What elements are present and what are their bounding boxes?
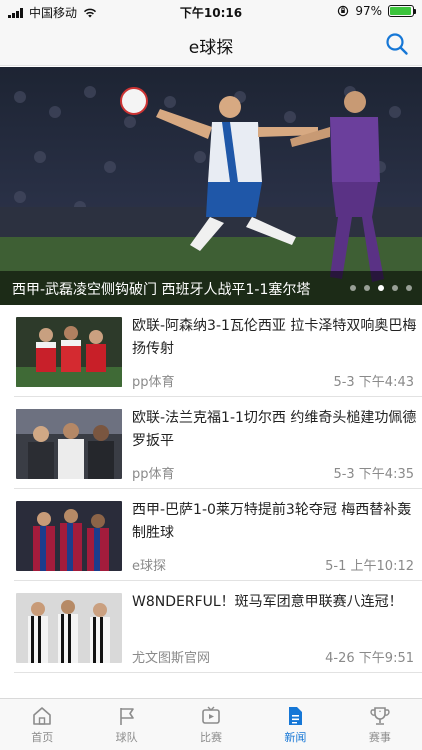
tab-events[interactable]: 赛事 — [338, 699, 422, 750]
news-thumbnail — [16, 593, 122, 663]
news-time: 5-3 下午4:35 — [333, 467, 414, 482]
tab-teams[interactable]: 球队 — [84, 699, 168, 750]
rotation-lock-icon — [338, 5, 349, 17]
battery-icon — [388, 5, 416, 17]
tab-label: 比赛 — [200, 731, 223, 744]
tab-label: 新闻 — [284, 731, 307, 744]
nav-bar: e球探 — [0, 22, 422, 66]
banner-image — [0, 67, 422, 305]
carousel-dot-active[interactable] — [378, 285, 384, 291]
news-thumbnail — [16, 317, 122, 387]
news-time: 5-1 上午10:12 — [325, 559, 414, 574]
search-icon[interactable] — [384, 31, 410, 57]
news-time: 5-3 下午4:43 — [333, 375, 414, 390]
news-item[interactable]: 欧联-法兰克福1-1切尔西 约维奇头槌建功佩德罗扳平 pp体育 5-3 下午4:… — [14, 397, 422, 489]
news-source: pp体育 — [132, 375, 175, 390]
news-title: 欧联-阿森纳3-1瓦伦西亚 拉卡泽特双响奥巴梅扬传射 — [132, 318, 417, 357]
battery-fill — [390, 7, 412, 15]
news-source: e球探 — [132, 559, 166, 574]
news-item[interactable]: W8NDERFUL！斑马军团意甲联赛八连冠！ 尤文图斯官网 4-26 下午9:5… — [14, 581, 422, 673]
news-thumbnail — [16, 409, 122, 479]
news-item[interactable]: 欧联-阿森纳3-1瓦伦西亚 拉卡泽特双响奥巴梅扬传射 pp体育 5-3 下午4:… — [14, 305, 422, 397]
carousel-dot[interactable] — [364, 285, 370, 291]
carousel-dots[interactable] — [350, 285, 412, 291]
carousel-dot[interactable] — [392, 285, 398, 291]
tab-bar: 首页 球队 比赛 新闻 赛事 — [0, 698, 422, 750]
tab-home[interactable]: 首页 — [0, 699, 84, 750]
news-list: 欧联-阿森纳3-1瓦伦西亚 拉卡泽特双响奥巴梅扬传射 pp体育 5-3 下午4:… — [0, 305, 422, 673]
tab-label: 球队 — [115, 731, 138, 744]
news-title: 欧联-法兰克福1-1切尔西 约维奇头槌建功佩德罗扳平 — [132, 410, 417, 449]
status-right: 97% — [337, 4, 416, 18]
tab-matches[interactable]: 比赛 — [169, 699, 253, 750]
carousel-dot[interactable] — [350, 285, 356, 291]
news-time: 4-26 下午9:51 — [325, 651, 414, 666]
news-source: 尤文图斯官网 — [132, 651, 211, 666]
tab-label: 首页 — [31, 731, 54, 744]
home-icon — [33, 707, 52, 725]
banner-caption-bar: 西甲-武磊凌空侧钩破门 西班牙人战平1-1塞尔塔 — [0, 271, 422, 305]
trophy-icon — [370, 707, 390, 725]
page-title: e球探 — [188, 38, 234, 58]
status-bar: 中国移动 下午10:16 97% — [0, 0, 422, 22]
news-title: W8NDERFUL！斑马军团意甲联赛八连冠！ — [132, 594, 403, 610]
banner-caption: 西甲-武磊凌空侧钩破门 西班牙人战平1-1塞尔塔 — [12, 282, 311, 298]
news-icon — [289, 707, 303, 725]
news-source: pp体育 — [132, 467, 175, 482]
news-item[interactable]: 西甲-巴萨1-0莱万特提前3轮夺冠 梅西替补轰制胜球 e球探 5-1 上午10:… — [14, 489, 422, 581]
headline-banner[interactable]: 西甲-武磊凌空侧钩破门 西班牙人战平1-1塞尔塔 — [0, 67, 422, 305]
tv-icon — [202, 706, 220, 724]
flag-icon — [119, 708, 134, 725]
battery-percent: 97% — [355, 4, 382, 18]
news-title: 西甲-巴萨1-0莱万特提前3轮夺冠 梅西替补轰制胜球 — [132, 502, 412, 541]
tab-news[interactable]: 新闻 — [253, 699, 337, 750]
tab-label: 赛事 — [368, 731, 391, 744]
carousel-dot[interactable] — [406, 285, 412, 291]
news-thumbnail — [16, 501, 122, 571]
